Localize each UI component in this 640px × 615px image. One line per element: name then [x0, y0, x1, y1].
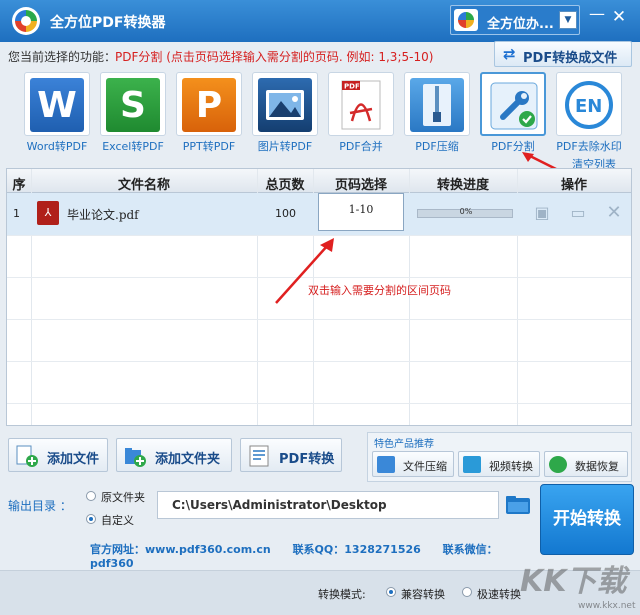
tool-word-to-pdf[interactable]: W Word转PDF [24, 72, 90, 153]
file-name: 毕业论文.pdf [67, 208, 139, 222]
add-folder-icon [125, 448, 146, 467]
file-compress-button[interactable]: 文件压缩 [372, 451, 454, 477]
minimize-button[interactable]: — [589, 6, 605, 26]
tool-label: PPT转PDF [182, 140, 236, 153]
close-button[interactable]: ✕ [610, 8, 628, 26]
delete-icon[interactable]: ✕ [603, 203, 625, 223]
tool-pdf-remove-watermark[interactable]: EN PDF去除水印 [556, 72, 622, 153]
row-actions: ▣ ▭ ✕ [527, 203, 631, 225]
total-pages: 100 [275, 207, 296, 220]
add-file-icon [16, 445, 38, 467]
pdf-convert-button[interactable]: PDF转换 [240, 438, 342, 472]
tool-label: PDF压缩 [415, 140, 459, 153]
featured-title: 特色产品推荐 [374, 439, 434, 450]
range-hint-annotation: 双击输入需要分割的区间页码 [308, 284, 451, 297]
featured-label: 文件压缩 [403, 460, 447, 473]
account-selector[interactable]: 全方位办... ▼ [450, 5, 580, 35]
tool-excel-to-pdf[interactable]: S Excel转PDF [100, 72, 166, 153]
tool-label: Word转PDF [26, 140, 88, 153]
contact-info: 官方网址：www.pdf360.com.cn 联系QQ：1328271526 联… [90, 541, 530, 570]
title-bar: 全方位PDF转换器 全方位办... ▼ — ✕ [0, 0, 640, 42]
current-function-label: 您当前选择的功能： [8, 50, 117, 64]
watermark-url: www.kkx.net [578, 601, 636, 611]
contact-qq: 联系QQ：1328271526 [292, 543, 421, 556]
chevron-down-icon[interactable]: ▼ [559, 11, 577, 29]
add-file-button[interactable]: 添加文件 [8, 438, 108, 472]
ppt-icon: P [182, 78, 236, 132]
data-recovery-button[interactable]: 数据恢复 [544, 451, 628, 477]
watermark-icon: EN [562, 78, 616, 132]
account-name: 全方位办... [487, 17, 554, 32]
excel-icon: S [106, 78, 160, 132]
radio-original-label: 原文件夹 [101, 491, 145, 504]
official-site[interactable]: 官方网址：www.pdf360.com.cn [90, 543, 271, 556]
pdf-merge-icon: PDF [334, 78, 388, 132]
add-folder-label: 添加文件夹 [155, 452, 221, 467]
video-icon [463, 456, 481, 473]
tool-pdf-merge[interactable]: PDF PDF合并 [328, 72, 394, 153]
image-icon [258, 78, 312, 132]
svg-text:PDF: PDF [344, 83, 360, 91]
pdf-to-file-label: PDF转换成文件 [523, 51, 618, 66]
radio-custom-label: 自定义 [101, 514, 134, 527]
tool-label: Excel转PDF [102, 140, 164, 153]
swap-icon: ⇄ [503, 45, 516, 63]
add-folder-button[interactable]: 添加文件夹 [116, 438, 232, 472]
recovery-icon [549, 456, 567, 473]
current-function-value: PDF分割 (点击页码选择输入需分割的页码. 例如: 1,3;5-10) [115, 50, 434, 64]
pdf-file-icon: ⅄ [37, 201, 59, 225]
wrench-icon [487, 79, 541, 133]
convert-mode-label: 转换模式: [318, 588, 366, 601]
pdf-to-file-button[interactable]: ⇄ PDF转换成文件 [494, 41, 632, 67]
fast-mode-label: 极速转换 [477, 588, 521, 601]
video-convert-button[interactable]: 视频转换 [458, 451, 540, 477]
featured-label: 视频转换 [489, 460, 533, 473]
tool-image-to-pdf[interactable]: 图片转PDF [252, 72, 318, 153]
table-row[interactable]: 1 ⅄ 毕业论文.pdf 100 1-10 0% ▣ ▭ ✕ [7, 193, 631, 235]
radio-original-folder[interactable] [86, 491, 96, 501]
col-index-header: 序 [12, 178, 26, 193]
output-path-input[interactable]: C:\Users\Administrator\Desktop [157, 491, 499, 519]
svg-text:EN: EN [575, 96, 602, 117]
progress-text: 0% [459, 207, 473, 216]
col-range-header: 页码选择 [334, 178, 387, 193]
pdf-convert-label: PDF转换 [279, 452, 335, 467]
divider [7, 319, 631, 320]
compress-icon [410, 78, 464, 132]
browse-folder-icon[interactable] [504, 490, 532, 518]
divider [7, 403, 631, 404]
col-pages-header: 总页数 [265, 178, 305, 193]
tool-ppt-to-pdf[interactable]: P PPT转PDF [176, 72, 242, 153]
app-logo-icon [12, 7, 40, 35]
add-file-label: 添加文件 [47, 452, 100, 467]
window-title: 全方位PDF转换器 [50, 15, 166, 31]
account-logo-icon [454, 9, 478, 31]
print-icon[interactable]: ▣ [531, 203, 553, 223]
radio-custom-folder[interactable] [86, 514, 96, 524]
radio-compatible-mode[interactable] [386, 587, 396, 597]
document-icon [249, 445, 269, 467]
page-range-input[interactable]: 1-10 [318, 193, 404, 231]
compatible-mode-label: 兼容转换 [401, 588, 445, 601]
divider [7, 361, 631, 362]
featured-products: 特色产品推荐 文件压缩 视频转换 数据恢复 [367, 432, 632, 482]
word-icon: W [30, 78, 84, 132]
featured-label: 数据恢复 [575, 460, 619, 473]
tool-label: 图片转PDF [257, 140, 313, 153]
table-header: 序 文件名称 总页数 页码选择 转换进度 操作 [7, 169, 631, 193]
tool-label: PDF合并 [339, 140, 383, 153]
folder-icon[interactable]: ▭ [567, 203, 589, 223]
tool-pdf-split[interactable]: PDF分割 [480, 72, 546, 153]
col-name-header: 文件名称 [117, 178, 170, 193]
tool-pdf-compress[interactable]: PDF压缩 [404, 72, 470, 153]
radio-fast-mode[interactable] [462, 587, 472, 597]
col-progress-header: 转换进度 [436, 178, 489, 193]
start-convert-button[interactable]: 开始转换 [540, 484, 634, 555]
progress-bar: 0% [417, 207, 513, 218]
row-index: 1 [13, 207, 20, 220]
output-dir-label: 输出目录 ： [8, 499, 72, 513]
col-actions-header: 操作 [560, 178, 587, 193]
compress-icon [377, 456, 395, 473]
